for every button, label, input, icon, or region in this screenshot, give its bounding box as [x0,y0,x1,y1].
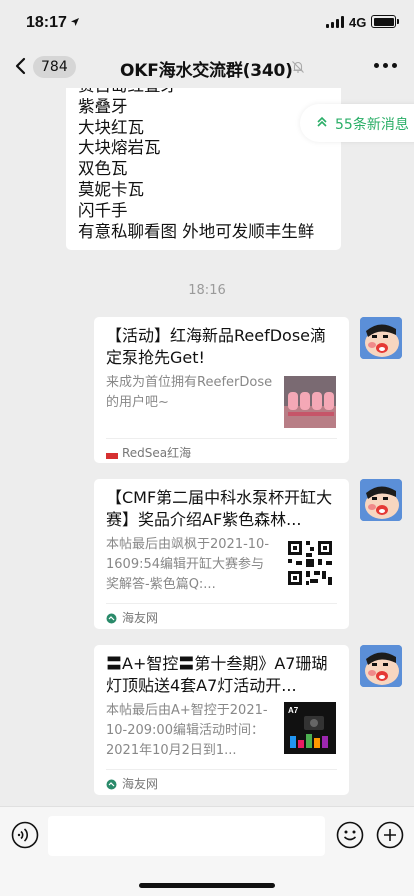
voice-input-icon[interactable] [11,821,39,853]
card-title: 〓A+智控〓第十叁期》A7珊瑚灯顶贴送4套A7灯活动开... [106,654,328,695]
card-description: 本帖最后由A+智控于2021-10-209:00编辑活动时间：2021年10月2… [106,703,268,758]
new-messages-pill[interactable]: 55条新消息 [300,104,414,142]
card-title: 【CMF第二届中科水泵杯开缸大赛】奖品介绍AF紫色森林... [106,488,333,529]
text-message-bubble[interactable]: 赛古岛红叠牙 紫叠牙 大块红瓦 大块熔岩瓦 双色瓦 莫妮卡瓦 闪千手 有意私聊看… [66,88,341,251]
redsea-logo-icon [106,448,118,462]
time-separator: 18:16 [188,283,226,298]
chat-header: 784 OKF海水交流群(340) [0,44,414,88]
back-icon[interactable] [10,52,34,80]
message-line: 莫妮卡瓦 [78,179,144,199]
card-source-label: 海友网 [122,777,159,791]
message-line: 大块熔岩瓦 [78,138,161,158]
message-line: 双色瓦 [78,159,128,179]
emoji-icon[interactable] [336,821,364,853]
message-line: 紫叠牙 [78,96,128,116]
card-source-label: RedSea红海 [122,446,192,460]
card-title: 【活动】红海新品ReefDose滴定泵抢先Get! [106,326,327,367]
location-arrow-icon [70,16,80,30]
status-bar: 18:17 4G [0,0,414,44]
card-source: 海友网 [106,603,337,625]
haiyou-logo-icon [106,779,117,793]
link-card[interactable]: 【活动】红海新品ReefDose滴定泵抢先Get! 来成为首位拥有ReeferD… [94,317,349,463]
message-line: 赛古岛红叠牙 [78,88,329,97]
battery-icon [371,15,399,28]
card-thumbnail [284,376,336,428]
card-thumbnail: A7 [284,702,336,754]
card-source: 海友网 [106,769,337,791]
chat-title: OKF海水交流群(340) [120,61,293,81]
message-line: 闪千手 [78,200,128,220]
message-line: 大块红瓦 [78,117,144,137]
avatar[interactable] [360,317,402,359]
card-source: RedSea红海 [106,438,337,460]
cellular-signal-icon [326,16,344,28]
more-options-icon[interactable] [374,63,397,68]
chat-message-list[interactable]: 赛古岛红叠牙 紫叠牙 大块红瓦 大块熔岩瓦 双色瓦 莫妮卡瓦 闪千手 有意私聊看… [0,88,414,806]
plus-icon[interactable] [376,821,404,853]
new-messages-label: 55条新消息 [335,117,409,133]
haiyou-logo-icon [106,613,117,627]
card-source-label: 海友网 [122,611,159,625]
avatar[interactable] [360,645,402,687]
network-type: 4G [349,15,367,30]
message-text-field[interactable] [48,816,325,856]
card-description: 来成为首位拥有ReeferDose的用户吧~ [106,375,273,410]
home-indicator[interactable] [139,883,275,888]
status-time: 18:17 [26,14,67,31]
message-line: 有意私聊看图 外地可发顺丰生鲜 [78,221,315,241]
link-card[interactable]: 【CMF第二届中科水泵杯开缸大赛】奖品介绍AF紫色森林... 本帖最后由飒枫于2… [94,479,349,629]
svg-text:A7: A7 [288,706,299,715]
card-description: 本帖最后由飒枫于2021-10-1609:54编辑开缸大赛参与奖解答-紫色篇Q:… [106,537,270,592]
card-thumbnail-qr [284,537,336,589]
double-chevron-up-icon [316,115,328,133]
mute-bell-icon [291,59,305,78]
avatar[interactable] [360,479,402,521]
unread-count-badge[interactable]: 784 [33,56,76,78]
link-card[interactable]: 〓A+智控〓第十叁期》A7珊瑚灯顶贴送4套A7灯活动开... 本帖最后由A+智控… [94,645,349,795]
